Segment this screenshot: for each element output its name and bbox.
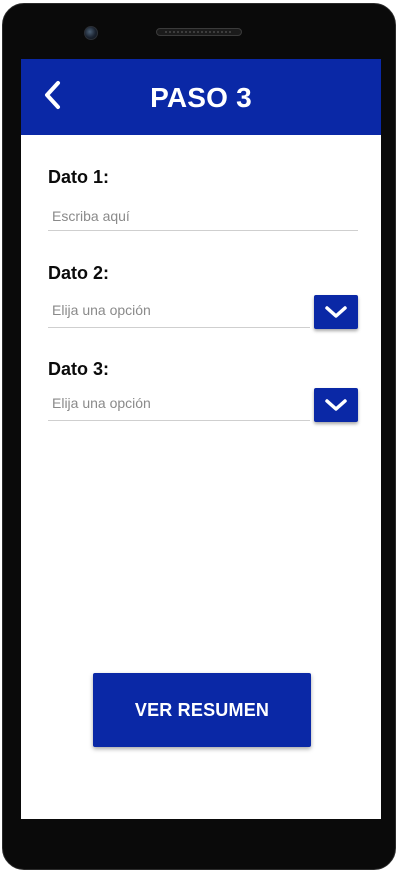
ver-resumen-button[interactable]: VER RESUMEN [93,673,311,747]
chevron-down-icon [325,306,347,318]
dato-3-select-value: Elija una opción [52,395,151,411]
dato-2-select-value: Elija una opción [52,302,151,318]
top-app-bar: PASO 3 [21,59,381,135]
app-screen: PASO 3 Dato 1: Dato 2: Elija una opción … [21,59,381,819]
dato-2-label: Dato 2: [48,263,110,283]
dato-3-select[interactable]: Elija una opción [48,388,358,422]
dato-3-dropdown-button[interactable] [314,388,358,422]
page-title: PASO 3 [150,82,252,113]
dato-1-label: Dato 1: [48,167,110,187]
dato-1-input[interactable] [48,201,358,231]
dato-3-underline [48,420,310,421]
dato-2-underline [48,327,310,328]
earpiece-speaker [156,28,242,36]
dato-3-label: Dato 3: [48,359,110,379]
dato-2-select[interactable]: Elija una opción [48,295,358,329]
dato-2-dropdown-button[interactable] [314,295,358,329]
phone-frame: PASO 3 Dato 1: Dato 2: Elija una opción … [2,3,396,870]
front-camera [84,26,98,40]
chevron-down-icon [325,399,347,411]
